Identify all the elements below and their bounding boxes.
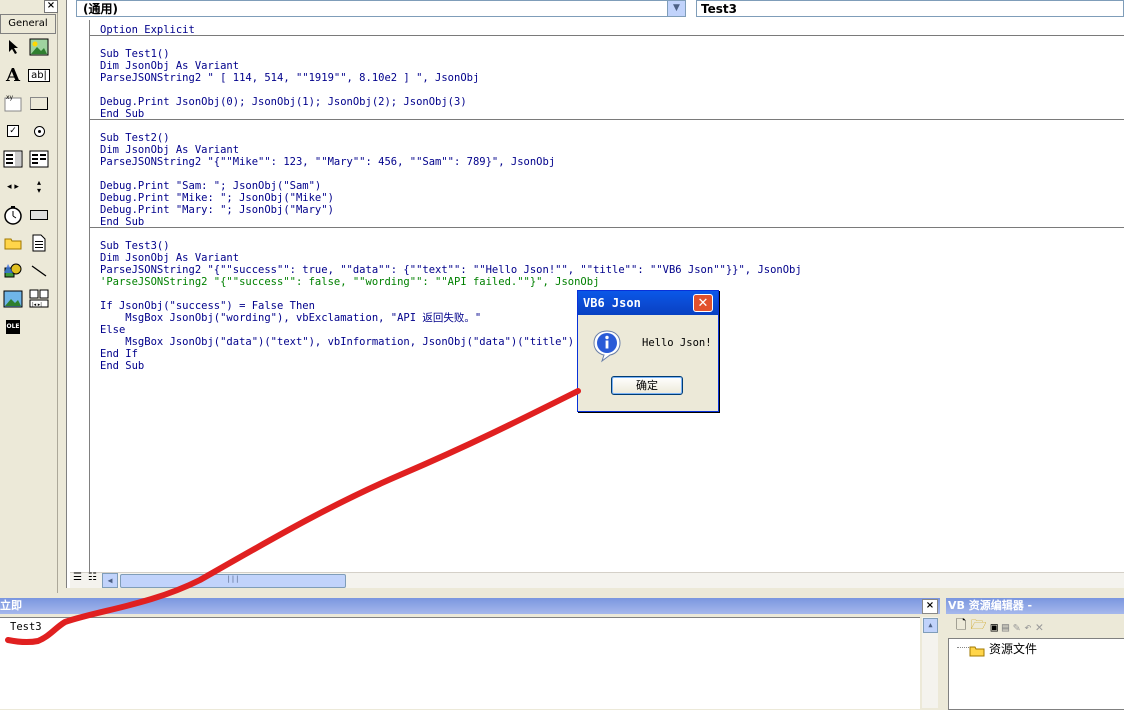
folder-icon xyxy=(969,642,985,661)
code-block-test3: Sub Test3() Dim JsonObj As Variant ParseJS… xyxy=(100,240,802,276)
combobox-icon[interactable] xyxy=(2,148,24,170)
code-line: MsgBox JsonObj("wording"), vbExclamation… xyxy=(100,312,482,324)
procedure-dropdown-value: (通用) xyxy=(83,2,118,16)
code-line: Debug.Print "Mary: "; JsonObj("Mary") xyxy=(100,204,334,216)
code-line: Sub Test2() xyxy=(100,132,170,144)
drivelistbox-icon[interactable] xyxy=(28,204,50,226)
new-file-icon[interactable]: 🗋 xyxy=(956,616,966,638)
immediate-output: Test3 xyxy=(10,621,42,633)
code-line: Debug.Print JsonObj(0); JsonObj(1); Json… xyxy=(100,96,467,108)
undo-icon[interactable]: ↶ xyxy=(1024,620,1031,634)
code-line: ParseJSONString2 "{""Mike"": 123, ""Mary… xyxy=(100,156,556,168)
message-box-close-button[interactable]: ✕ xyxy=(693,294,713,312)
toolbox-grid: A ab| xy ✓ ◂ ▸ ▴ ▾ |◂ ▸| OLE xyxy=(2,36,54,338)
timer-icon[interactable] xyxy=(2,204,24,226)
code-block-test1: Sub Test1() Dim JsonObj As Variant ParseJS… xyxy=(100,48,479,120)
code-line: If JsonObj("success") = False Then xyxy=(100,300,315,312)
code-comment-line: 'ParseJSONString2 "{""success"": false, … xyxy=(100,276,600,288)
immediate-close-button[interactable]: × xyxy=(922,599,938,614)
immediate-vertical-scrollbar[interactable]: ▲ xyxy=(922,617,938,708)
procedure-separator xyxy=(90,35,1124,36)
edit-icon[interactable]: ✎ xyxy=(1013,620,1020,634)
resource-editor-title-bar: VB 资源编辑器 - xyxy=(946,598,1124,614)
procedure-dropdown[interactable]: (通用) ▼ xyxy=(76,0,686,17)
code-line: Dim JsonObj As Variant xyxy=(100,144,240,156)
code-line: ParseJSONString2 "{""success"": true, ""… xyxy=(100,264,802,276)
delete-icon[interactable]: ✕ xyxy=(1036,620,1044,635)
dirlistbox-icon[interactable] xyxy=(2,232,24,254)
save-icon[interactable]: ▣ xyxy=(991,620,998,634)
code-line: Debug.Print "Mike: "; JsonObj("Mike") xyxy=(100,192,334,204)
information-icon xyxy=(592,329,622,363)
code-line: Sub Test3() xyxy=(100,240,170,252)
full-module-view-icon[interactable]: ☷ xyxy=(86,572,99,586)
ok-button[interactable]: 确定 xyxy=(611,376,683,395)
message-box-text: Hello Json! xyxy=(642,337,712,349)
code-block-test3-body: If JsonObj("success") = False Then MsgBo… xyxy=(100,288,574,372)
code-block-declarations: Option Explicit xyxy=(100,24,195,36)
ole-icon[interactable]: OLE xyxy=(2,316,24,338)
code-line: End Sub xyxy=(100,360,145,372)
svg-text:|◂ ▸|: |◂ ▸| xyxy=(32,302,42,308)
immediate-title-bar: 立即 xyxy=(0,598,940,614)
code-line: Dim JsonObj As Variant xyxy=(100,60,240,72)
label-icon[interactable]: A xyxy=(2,64,24,86)
code-line: Sub Test1() xyxy=(100,48,170,60)
immediate-title: 立即 xyxy=(0,599,22,612)
code-line: End Sub xyxy=(100,216,145,228)
data-icon[interactable]: |◂ ▸| xyxy=(28,288,50,310)
shape-icon[interactable] xyxy=(2,260,24,282)
open-folder-icon[interactable]: 🗁 xyxy=(970,616,986,638)
image-icon[interactable] xyxy=(2,288,24,310)
chevron-down-icon[interactable]: ▼ xyxy=(667,1,685,16)
optionbutton-icon[interactable] xyxy=(28,120,50,142)
scroll-up-icon[interactable]: ▲ xyxy=(923,618,938,633)
resource-tree: 资源文件 xyxy=(948,638,1124,710)
picturebox-icon[interactable] xyxy=(28,36,50,58)
code-line: ParseJSONString2 " [ 114, 514, ""1919"",… xyxy=(100,72,480,84)
code-line: Option Explicit xyxy=(100,24,195,36)
line-icon[interactable] xyxy=(28,260,50,282)
svg-text:xy: xy xyxy=(6,94,14,101)
code-margin xyxy=(68,20,90,572)
tree-item-resource-files[interactable]: 资源文件 xyxy=(989,640,1037,657)
code-line: Debug.Print "Sam: "; JsonObj("Sam") xyxy=(100,180,322,192)
resource-editor-title: VB 资源编辑器 - xyxy=(948,599,1033,612)
horizontal-scroll-thumb[interactable]: ||| xyxy=(120,574,346,588)
vscrollbar-icon[interactable]: ▴ ▾ xyxy=(28,176,50,198)
code-line: End Sub xyxy=(100,108,145,120)
object-dropdown[interactable]: Test3 xyxy=(696,0,1124,17)
code-block-test2: Sub Test2() Dim JsonObj As Variant ParseJS… xyxy=(100,132,555,228)
listbox-icon[interactable] xyxy=(28,148,50,170)
code-line: Else xyxy=(100,324,126,336)
object-dropdown-value: Test3 xyxy=(701,2,737,16)
scroll-left-icon[interactable]: ◀ xyxy=(102,573,118,588)
procedure-view-icon[interactable]: ☰ xyxy=(71,572,84,586)
checkbox-icon[interactable]: ✓ xyxy=(2,120,24,142)
code-line: End If xyxy=(100,348,138,360)
frame-icon[interactable]: xy xyxy=(2,92,24,114)
commandbutton-icon[interactable] xyxy=(28,92,50,114)
textbox-icon[interactable]: ab| xyxy=(28,64,50,86)
toolbox-close-button[interactable]: × xyxy=(44,0,58,13)
properties-icon[interactable]: ▤ xyxy=(1002,620,1009,634)
hscrollbar-icon[interactable]: ◂ ▸ xyxy=(2,176,24,198)
message-box: VB6 Json ✕ Hello Json! 确定 xyxy=(577,290,719,412)
filelistbox-icon[interactable] xyxy=(28,232,50,254)
code-line: Dim JsonObj As Variant xyxy=(100,252,240,264)
pointer-icon[interactable] xyxy=(2,36,24,58)
immediate-window[interactable]: Test3 xyxy=(0,617,920,709)
toolbox-tab-general[interactable]: General xyxy=(0,14,56,34)
resource-editor-toolbar: 🗋 🗁 ▣ ▤ ✎ ↶ ✕ xyxy=(946,617,1124,637)
code-line: MsgBox JsonObj("data")("text"), vbInform… xyxy=(100,336,575,348)
